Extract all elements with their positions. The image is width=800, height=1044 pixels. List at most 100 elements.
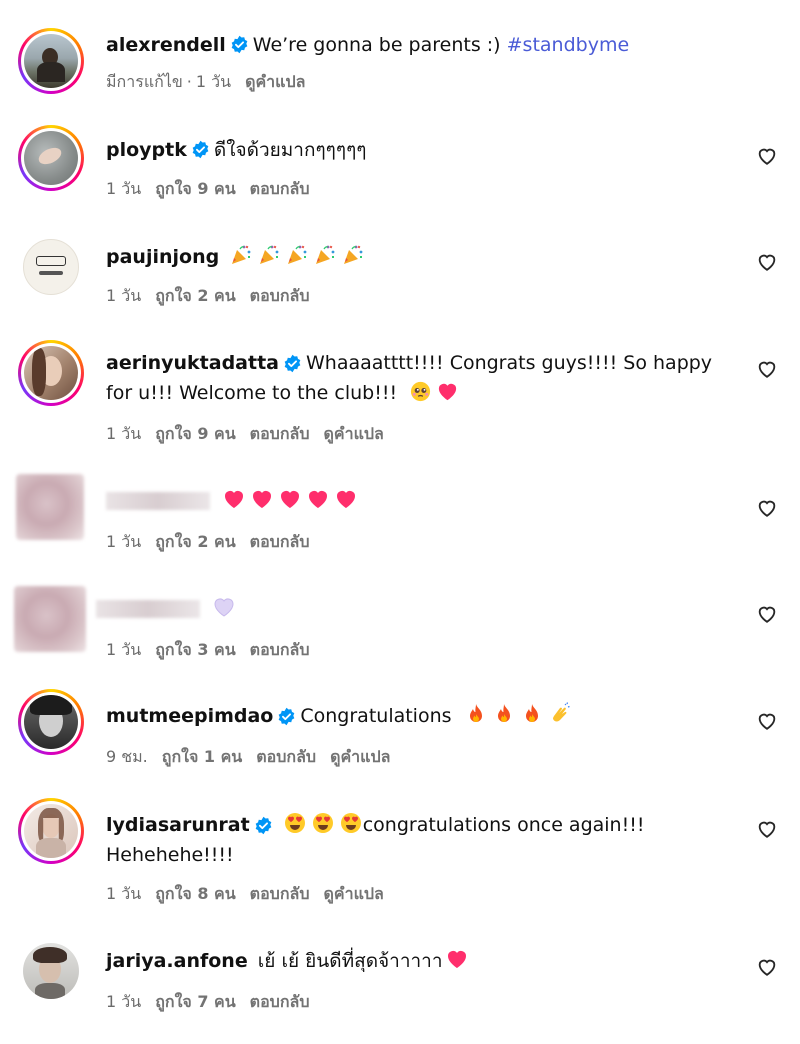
reply-button[interactable]: ตอบกลับ xyxy=(250,179,310,198)
reply-button[interactable]: ตอบกลับ xyxy=(256,747,316,766)
timestamp[interactable]: 1 วัน xyxy=(106,179,141,198)
pink-heart-icon xyxy=(222,487,246,511)
comment-meta: 1 วัน ถูกใจ 9 คน ตอบกลับ xyxy=(106,177,323,202)
comment-item: jariya.anfone เย้ เย้ ยินดีที่สุดจ้าาาาา… xyxy=(0,938,800,1018)
party-popper-icon xyxy=(285,243,309,267)
pink-heart-icon xyxy=(445,947,469,971)
heart-eyes-icon xyxy=(283,811,307,835)
username[interactable] xyxy=(106,492,210,510)
see-translation-button[interactable]: ดูคำแปล xyxy=(323,884,383,903)
username[interactable]: jariya.anfone xyxy=(106,950,248,972)
avatar[interactable] xyxy=(14,586,86,652)
party-popper-icon xyxy=(257,243,281,267)
fire-icon xyxy=(492,702,516,726)
username[interactable]: alexrendell xyxy=(106,34,226,56)
avatar[interactable] xyxy=(18,689,84,755)
fire-icon xyxy=(520,702,544,726)
timestamp[interactable]: 1 วัน xyxy=(106,640,141,659)
comment-text-line: paujinjong xyxy=(106,242,720,272)
pink-heart-icon xyxy=(334,487,358,511)
like-count[interactable]: ถูกใจ 9 คน xyxy=(155,179,235,198)
comment-item: 1 วัน ถูกใจ 3 คน ตอบกลับ xyxy=(0,586,800,666)
caption-line: alexrendell We’re gonna be parents :) #st… xyxy=(106,30,720,60)
verified-badge-icon xyxy=(283,354,302,373)
pink-heart-icon xyxy=(306,487,330,511)
caption-text: We’re gonna be parents :) xyxy=(252,34,501,56)
comment-text-line: aerinyuktadatta Whaaaatttt!!!! Congrats g… xyxy=(106,348,720,408)
see-translation-button[interactable]: ดูคำแปล xyxy=(323,424,383,443)
username[interactable] xyxy=(96,600,200,618)
timestamp[interactable]: 1 วัน xyxy=(106,424,141,443)
avatar[interactable] xyxy=(18,798,84,864)
username[interactable]: lydiasarunrat xyxy=(106,814,250,836)
like-heart-icon[interactable] xyxy=(755,710,779,732)
reply-button[interactable]: ตอบกลับ xyxy=(250,992,310,1011)
verified-badge-icon xyxy=(191,140,210,159)
pleading-face-icon xyxy=(409,380,432,403)
avatar[interactable] xyxy=(16,474,84,540)
like-heart-icon[interactable] xyxy=(755,956,779,978)
heart-eyes-icon xyxy=(311,811,335,835)
comment-item: 1 วัน ถูกใจ 2 คน ตอบกลับ xyxy=(0,474,800,554)
like-count[interactable]: ถูกใจ 3 คน xyxy=(155,640,235,659)
comment-text-line: lydiasarunrat congratulations once again… xyxy=(106,810,720,870)
see-translation-button[interactable]: ดูคำแปล xyxy=(245,72,305,91)
comment-text-line: mutmeepimdao Congratulations xyxy=(106,701,720,731)
avatar[interactable] xyxy=(18,234,84,300)
comment-meta: 1 วัน ถูกใจ 3 คน ตอบกลับ xyxy=(106,638,323,663)
heart-eyes-icon xyxy=(339,811,363,835)
reply-button[interactable]: ตอบกลับ xyxy=(250,424,310,443)
comment-text: Congratulations xyxy=(300,705,452,727)
like-count[interactable]: ถูกใจ 7 คน xyxy=(155,992,235,1011)
like-heart-icon[interactable] xyxy=(755,818,779,840)
see-translation-button[interactable]: ดูคำแปล xyxy=(330,747,390,766)
like-count[interactable]: ถูกใจ 1 คน xyxy=(162,747,242,766)
avatar[interactable] xyxy=(18,938,84,1004)
username[interactable]: mutmeepimdao xyxy=(106,705,273,727)
clapping-hands-icon xyxy=(548,702,572,726)
reply-button[interactable]: ตอบกลับ xyxy=(250,286,310,305)
reply-button[interactable]: ตอบกลับ xyxy=(250,884,310,903)
hashtag-link[interactable]: #standbyme xyxy=(507,34,630,56)
pink-heart-icon xyxy=(250,487,274,511)
comment-meta: 1 วัน ถูกใจ 7 คน ตอบกลับ xyxy=(106,990,323,1015)
avatar[interactable] xyxy=(18,125,84,191)
username[interactable]: aerinyuktadatta xyxy=(106,352,279,374)
username[interactable]: paujinjong xyxy=(106,246,219,268)
post-caption: alexrendell We’re gonna be parents :) #st… xyxy=(0,20,800,100)
comment-text-line: jariya.anfone เย้ เย้ ยินดีที่สุดจ้าาาาา xyxy=(106,946,720,976)
like-heart-icon[interactable] xyxy=(755,497,779,519)
edited-label: มีการแก้ไข xyxy=(106,72,183,91)
like-count[interactable]: ถูกใจ 2 คน xyxy=(155,532,235,551)
timestamp[interactable]: 1 วัน xyxy=(106,992,141,1011)
timestamp[interactable]: 1 วัน xyxy=(106,532,141,551)
like-heart-icon[interactable] xyxy=(755,603,779,625)
timestamp[interactable]: 1 วัน xyxy=(196,72,231,91)
comment-meta: 9 ชม. ถูกใจ 1 คน ตอบกลับ ดูคำแปล xyxy=(106,745,404,770)
like-count[interactable]: ถูกใจ 2 คน xyxy=(155,286,235,305)
comment-meta: 1 วัน ถูกใจ 8 คน ตอบกลับ ดูคำแปล xyxy=(106,882,398,907)
comment-meta: 1 วัน ถูกใจ 2 คน ตอบกลับ xyxy=(106,284,323,309)
like-heart-icon[interactable] xyxy=(755,251,779,273)
username[interactable]: ployptk xyxy=(106,139,187,161)
like-count[interactable]: ถูกใจ 9 คน xyxy=(155,424,235,443)
party-popper-icon xyxy=(313,243,337,267)
comment-item: aerinyuktadatta Whaaaatttt!!!! Congrats g… xyxy=(0,340,800,450)
comment-text-line: ployptk ดีใจด้วยมากๆๆๆๆๆ xyxy=(106,135,720,165)
like-heart-icon[interactable] xyxy=(755,145,779,167)
comment-item: mutmeepimdao Congratulations 9 ชม. ถูกใจ 1… xyxy=(0,689,800,769)
timestamp[interactable]: 1 วัน xyxy=(106,884,141,903)
like-heart-icon[interactable] xyxy=(755,358,779,380)
fire-icon xyxy=(464,702,488,726)
avatar[interactable] xyxy=(18,28,84,94)
like-count[interactable]: ถูกใจ 8 คน xyxy=(155,884,235,903)
comment-meta: 1 วัน ถูกใจ 9 คน ตอบกลับ ดูคำแปล xyxy=(106,422,398,447)
avatar[interactable] xyxy=(18,340,84,406)
comment-item: ployptk ดีใจด้วยมากๆๆๆๆๆ 1 วัน ถูกใจ 9 คน ต… xyxy=(0,125,800,205)
reply-button[interactable]: ตอบกลับ xyxy=(250,640,310,659)
comment-item: lydiasarunrat congratulations once again… xyxy=(0,798,800,908)
reply-button[interactable]: ตอบกลับ xyxy=(250,532,310,551)
timestamp[interactable]: 1 วัน xyxy=(106,286,141,305)
party-popper-icon xyxy=(341,243,365,267)
timestamp[interactable]: 9 ชม. xyxy=(106,747,148,766)
